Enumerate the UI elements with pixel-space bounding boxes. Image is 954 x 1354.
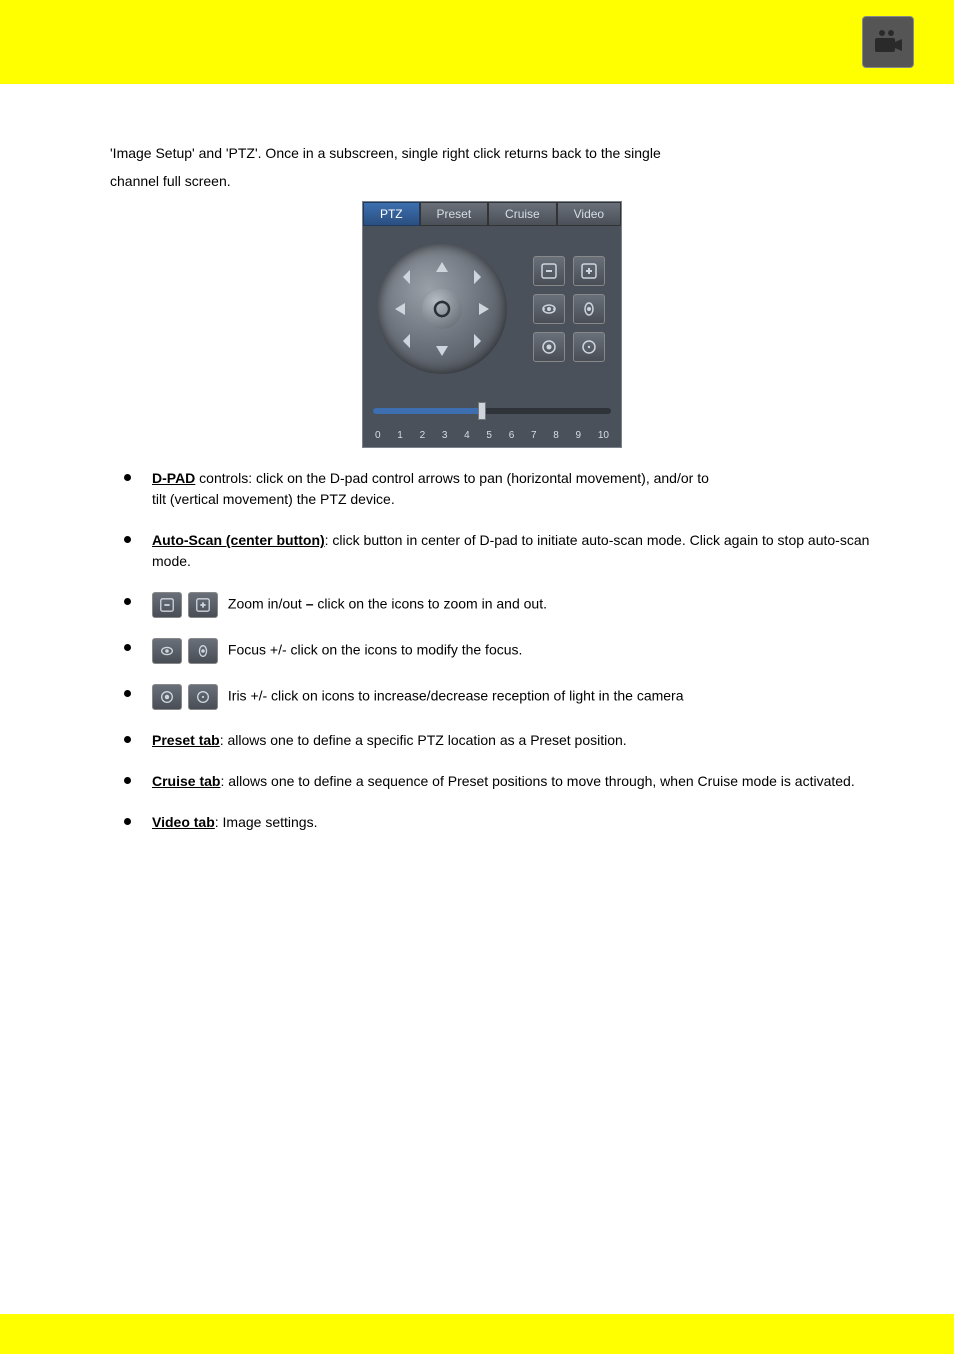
- iris-plus-icon: [188, 684, 218, 710]
- bullet-autoscan-head: Auto-Scan (center button): [152, 532, 325, 548]
- iris-minus-icon: [152, 684, 182, 710]
- zoom-focus-iris-grid: [533, 256, 605, 362]
- tick-4: 4: [464, 430, 470, 441]
- tick-2: 2: [420, 430, 426, 441]
- bullet-video-head: Video tab: [152, 814, 215, 830]
- autoscan-button[interactable]: [422, 289, 462, 329]
- focus-plus-button[interactable]: [573, 294, 605, 324]
- ptz-body: [363, 226, 621, 396]
- ptz-tabs: PTZ Preset Cruise Video: [363, 202, 621, 226]
- slider-ticks: 0 1 2 3 4 5 6 7 8 9 10: [373, 430, 611, 441]
- zoom-out-button[interactable]: [533, 256, 565, 286]
- dpad: [377, 244, 507, 374]
- dpad-left[interactable]: [395, 303, 405, 315]
- focus-plus-icon: [188, 638, 218, 664]
- intro-line-2: channel full screen.: [110, 172, 874, 192]
- bullet-cruise: Cruise tab: allows one to define a seque…: [110, 771, 874, 792]
- bullet-preset-body: : allows one to define a specific PTZ lo…: [220, 732, 627, 748]
- bullet-dpad-head: D-PAD: [152, 470, 195, 486]
- page-header: [0, 0, 954, 84]
- tab-preset[interactable]: Preset: [420, 202, 489, 226]
- bullet-zoom-label: Zoom in/out: [228, 596, 306, 612]
- bullet-focus: Focus +/- click on the icons to modify t…: [110, 638, 874, 664]
- tick-5: 5: [486, 430, 492, 441]
- focus-minus-button[interactable]: [533, 294, 565, 324]
- focus-minus-icon: [152, 638, 182, 664]
- zoom-in-icon: [188, 592, 218, 618]
- bullet-autoscan: Auto-Scan (center button): click button …: [110, 530, 874, 572]
- ptz-panel: PTZ Preset Cruise Video: [362, 201, 622, 448]
- bullet-dpad-body1: controls: click on the D-pad control arr…: [195, 470, 709, 486]
- tick-7: 7: [531, 430, 537, 441]
- dpad-up[interactable]: [436, 262, 448, 272]
- bullet-zoom: Zoom in/out – click on the icons to zoom…: [110, 592, 874, 618]
- intro-line-1: 'Image Setup' and 'PTZ'. Once in a subsc…: [110, 144, 874, 164]
- camera-icon: [862, 16, 914, 68]
- bullet-iris: Iris +/- click on icons to increase/decr…: [110, 684, 874, 710]
- bullet-iris-label: Iris +/- click on icons to increase/decr…: [228, 688, 684, 704]
- bullet-zoom-dash: –: [306, 596, 314, 612]
- zoom-out-icon: [152, 592, 182, 618]
- bullet-cruise-head: Cruise tab: [152, 773, 220, 789]
- dpad-right[interactable]: [479, 303, 489, 315]
- speed-slider[interactable]: [373, 402, 611, 430]
- bullet-cruise-body: : allows one to define a sequence of Pre…: [220, 773, 854, 789]
- tick-3: 3: [442, 430, 448, 441]
- tick-9: 9: [576, 430, 582, 441]
- bullet-video-body: : Image settings.: [215, 814, 318, 830]
- bullet-dpad: D-PAD controls: click on the D-pad contr…: [110, 468, 874, 510]
- feature-list: D-PAD controls: click on the D-pad contr…: [110, 468, 874, 833]
- page-footer: [0, 1314, 954, 1354]
- page-content: 'Image Setup' and 'PTZ'. Once in a subsc…: [0, 84, 954, 913]
- tick-0: 0: [375, 430, 381, 441]
- tab-video[interactable]: Video: [557, 202, 621, 226]
- tick-8: 8: [553, 430, 559, 441]
- dpad-down[interactable]: [436, 346, 448, 356]
- bullet-focus-label: Focus +/- click on the icons to modify t…: [228, 642, 523, 658]
- tab-ptz[interactable]: PTZ: [363, 202, 420, 226]
- iris-plus-button[interactable]: [573, 332, 605, 362]
- bullet-preset-head: Preset tab: [152, 732, 220, 748]
- bullet-video: Video tab: Image settings.: [110, 812, 874, 833]
- slider-fill: [373, 408, 482, 414]
- tick-6: 6: [509, 430, 515, 441]
- tick-10: 10: [598, 430, 609, 441]
- tick-1: 1: [397, 430, 403, 441]
- bullet-dpad-body2: tilt (vertical movement) the PTZ device.: [152, 491, 395, 507]
- tab-cruise[interactable]: Cruise: [488, 202, 557, 226]
- zoom-in-button[interactable]: [573, 256, 605, 286]
- iris-minus-button[interactable]: [533, 332, 565, 362]
- bullet-zoom-body: click on the icons to zoom in and out.: [314, 596, 547, 612]
- slider-thumb[interactable]: [478, 402, 486, 420]
- bullet-preset: Preset tab: allows one to define a speci…: [110, 730, 874, 751]
